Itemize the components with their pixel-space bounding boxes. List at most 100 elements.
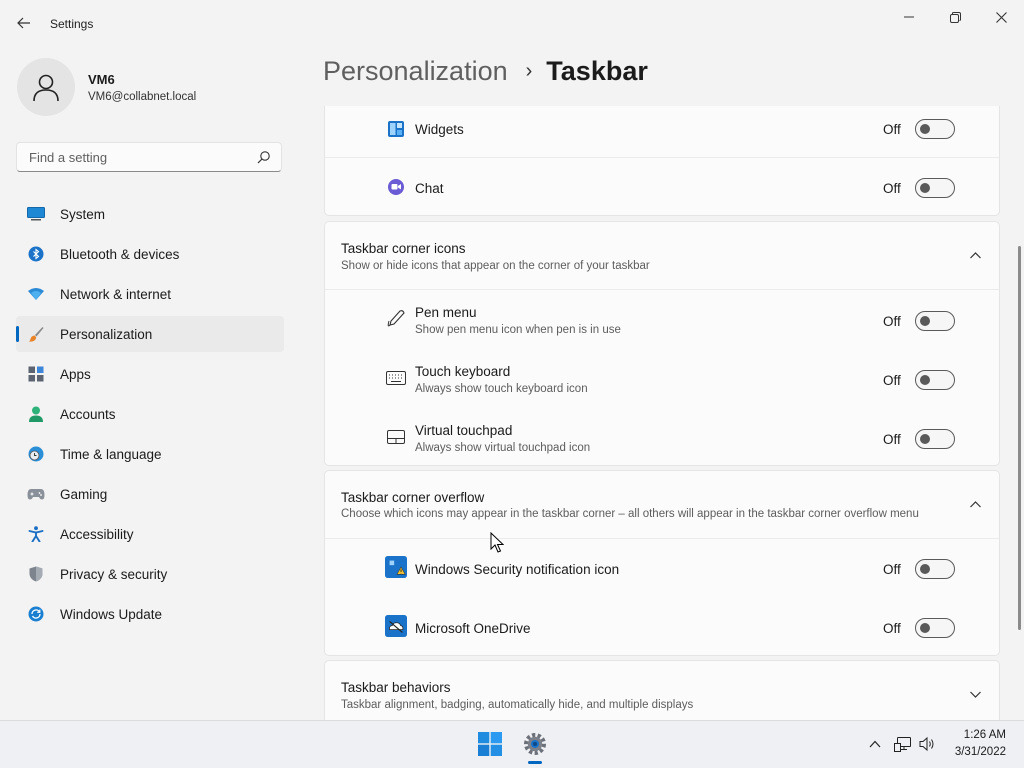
close-icon — [995, 11, 1007, 23]
virtual-touchpad-state: Off — [883, 432, 901, 447]
search-input[interactable] — [27, 149, 251, 166]
pen-menu-toggle[interactable] — [915, 311, 955, 331]
sidebar-item-bluetooth[interactable]: Bluetooth & devices — [16, 236, 284, 272]
widgets-toggle[interactable] — [915, 119, 955, 139]
chat-toggle[interactable] — [915, 178, 955, 198]
page-title: Taskbar — [546, 56, 648, 86]
back-button[interactable] — [14, 12, 34, 34]
virtual-touchpad-row: Virtual touchpad Always show virtual tou… — [325, 408, 999, 466]
sidebar-item-time-language[interactable]: Time & language — [16, 436, 284, 472]
corner-overflow-card: Taskbar corner overflow Choose which ico… — [324, 470, 1000, 656]
settings-gear-icon — [524, 733, 546, 755]
sidebar-item-label: Time & language — [60, 446, 162, 462]
sidebar-item-network[interactable]: Network & internet — [16, 276, 284, 312]
accessibility-icon — [27, 525, 45, 543]
touch-keyboard-toggle[interactable] — [915, 370, 955, 390]
close-button[interactable] — [978, 6, 1024, 28]
windows-security-row: Windows Security notification icon Off — [325, 539, 999, 598]
taskbar-items-card: Widgets Off Chat Off — [324, 106, 1000, 216]
system-taskbar: 1:26 AM 3/31/2022 — [0, 720, 1024, 768]
chat-icon — [385, 176, 407, 198]
virtual-touchpad-toggle[interactable] — [915, 429, 955, 449]
breadcrumb-separator: › — [525, 60, 533, 82]
user-email: VM6@collabnet.local — [88, 91, 197, 103]
sidebar-item-accounts[interactable]: Accounts — [16, 396, 284, 432]
taskbar-date[interactable]: 3/31/2022 — [946, 746, 1006, 758]
mouse-cursor-icon — [490, 532, 504, 553]
search-icon[interactable] — [257, 150, 271, 164]
sidebar-item-label: Network & internet — [60, 286, 172, 302]
chat-title: Chat — [415, 181, 444, 196]
corner-overflow-title: Taskbar corner overflow — [341, 490, 485, 505]
sidebar-item-label: Apps — [60, 366, 91, 382]
scrollbar[interactable] — [1018, 246, 1021, 630]
sidebar-item-label: Personalization — [60, 326, 153, 342]
pen-icon — [385, 308, 407, 330]
accounts-icon — [27, 405, 45, 423]
keyboard-icon — [385, 367, 407, 389]
chevron-up-icon[interactable] — [965, 494, 985, 514]
active-app-indicator — [528, 761, 542, 764]
taskbar-time[interactable]: 1:26 AM — [950, 729, 1006, 741]
minimize-button[interactable] — [886, 6, 932, 28]
breadcrumb-parent[interactable]: Personalization — [323, 56, 508, 87]
user-name: VM6 — [88, 72, 115, 87]
chat-state: Off — [883, 181, 901, 196]
restore-button[interactable] — [932, 6, 978, 28]
brush-icon — [27, 325, 45, 343]
widgets-icon — [385, 118, 407, 140]
onedrive-icon — [385, 615, 407, 637]
restore-icon — [949, 11, 961, 23]
touch-keyboard-state: Off — [883, 373, 901, 388]
sidebar-item-windows-update[interactable]: Windows Update — [16, 596, 284, 632]
shield-icon — [27, 565, 45, 583]
corner-icons-title: Taskbar corner icons — [341, 241, 466, 256]
minimize-icon — [904, 16, 914, 18]
avatar[interactable] — [17, 58, 75, 116]
widgets-row: Widgets Off — [325, 106, 999, 157]
onedrive-state: Off — [883, 621, 901, 636]
widgets-state: Off — [883, 122, 901, 137]
sidebar-item-privacy[interactable]: Privacy & security — [16, 556, 284, 592]
sidebar-nav: System Bluetooth & devices Network & int… — [16, 196, 284, 636]
corner-overflow-header[interactable]: Taskbar corner overflow Choose which ico… — [325, 471, 999, 538]
touch-keyboard-subtitle: Always show touch keyboard icon — [415, 383, 588, 395]
network-icon[interactable] — [894, 735, 912, 753]
corner-overflow-subtitle: Choose which icons may appear in the tas… — [341, 508, 919, 520]
pen-menu-title: Pen menu — [415, 305, 477, 320]
settings-content: Widgets Off Chat Off Taskbar corner icon… — [324, 106, 1000, 720]
sidebar-item-apps[interactable]: Apps — [16, 356, 284, 392]
chat-row: Chat Off — [325, 158, 999, 215]
volume-icon[interactable] — [919, 735, 937, 753]
sidebar-item-system[interactable]: System — [16, 196, 284, 232]
sidebar-item-label: Accessibility — [60, 526, 134, 542]
corner-icons-header[interactable]: Taskbar corner icons Show or hide icons … — [325, 222, 999, 289]
chevron-up-icon[interactable] — [965, 245, 985, 265]
sidebar-item-gaming[interactable]: Gaming — [16, 476, 284, 512]
sidebar-item-label: Bluetooth & devices — [60, 246, 180, 262]
app-title: Settings — [50, 17, 94, 31]
windows-security-toggle[interactable] — [915, 559, 955, 579]
chevron-down-icon[interactable] — [965, 684, 985, 704]
start-button-windows-icon[interactable] — [478, 732, 502, 756]
sidebar-item-label: Accounts — [60, 406, 116, 422]
back-arrow-icon — [17, 17, 30, 29]
taskbar-settings-app[interactable] — [520, 729, 550, 759]
onedrive-toggle[interactable] — [915, 618, 955, 638]
chevron-up-icon[interactable] — [866, 735, 884, 753]
sidebar-item-personalization[interactable]: Personalization — [16, 316, 284, 352]
corner-icons-card: Taskbar corner icons Show or hide icons … — [324, 221, 1000, 466]
search-box[interactable] — [16, 142, 282, 172]
windows-security-state: Off — [883, 562, 901, 577]
gamepad-icon — [27, 485, 45, 503]
title-bar: Settings — [0, 0, 1024, 48]
corner-icons-subtitle: Show or hide icons that appear on the co… — [341, 260, 650, 272]
onedrive-row: Microsoft OneDrive Off — [325, 598, 999, 656]
windows-security-icon — [385, 556, 407, 578]
behaviors-card[interactable]: Taskbar behaviors Taskbar alignment, bad… — [324, 660, 1000, 720]
touchpad-icon — [385, 426, 407, 448]
sidebar-item-label: Privacy & security — [60, 566, 168, 582]
sidebar-item-accessibility[interactable]: Accessibility — [16, 516, 284, 552]
bluetooth-icon — [27, 245, 45, 263]
user-icon — [33, 74, 59, 102]
